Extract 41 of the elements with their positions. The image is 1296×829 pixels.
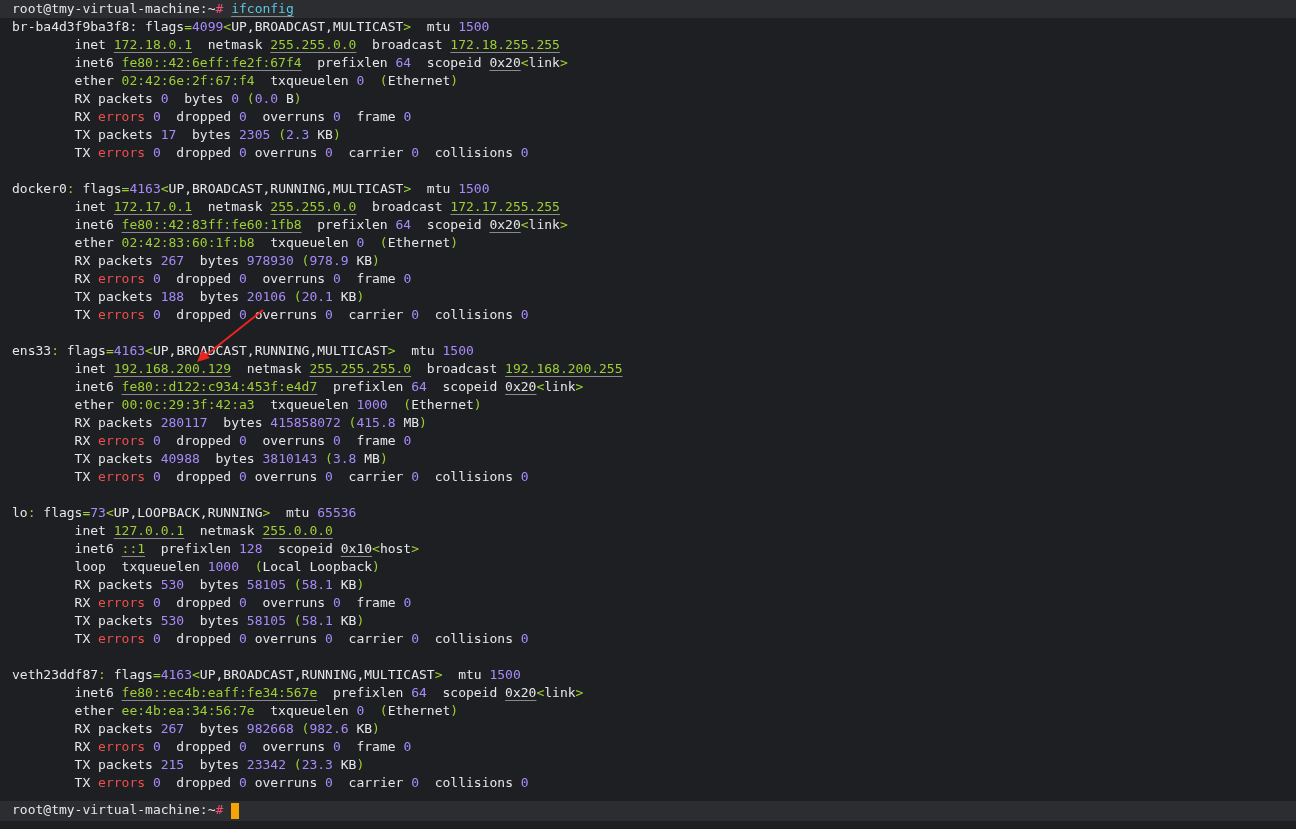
output-line: veth23ddf87: flags=4163<UP,BROADCAST,RUNNING,MULTICAST> mtu 1500	[12, 666, 521, 684]
output-line: br-ba4d3f9ba3f8: flags=4099<UP,BROADCAST,MULTICAST> mtu 1500	[12, 18, 490, 36]
command-line: root@tmy-virtual-machine:~# ifconfig	[12, 0, 294, 18]
output-line: TX errors 0 dropped 0 overruns 0 carrier 0 collisions 0	[73, 144, 529, 162]
output-line: ether 00:0c:29:3f:42:a3 txqueuelen 1000 (Ethernet)	[73, 396, 482, 414]
output-line: inet 192.168.200.129 netmask 255.255.255.0 broadcast 192.168.200.255	[73, 360, 623, 378]
output-line: ether ee:4b:ea:34:56:7e txqueuelen 0 (Ethernet)	[73, 702, 459, 720]
output-line: TX errors 0 dropped 0 overruns 0 carrier 0 collisions 0	[73, 630, 529, 648]
output-line: TX packets 188 bytes 20106 (20.1 KB)	[73, 288, 365, 306]
output-line: inet 172.17.0.1 netmask 255.255.0.0 broadcast 172.17.255.255	[73, 198, 560, 216]
text-cursor	[231, 803, 240, 819]
output-line: ether 02:42:6e:2f:67:f4 txqueuelen 0 (Ethernet)	[73, 72, 459, 90]
output-line: loop txqueuelen 1000 (Local Loopback)	[73, 558, 380, 576]
output-line: RX errors 0 dropped 0 overruns 0 frame 0	[73, 738, 412, 756]
output-line: TX errors 0 dropped 0 overruns 0 carrier 0 collisions 0	[73, 468, 529, 486]
output-line: RX errors 0 dropped 0 overruns 0 frame 0	[73, 432, 412, 450]
output-line: inet6 fe80::d122:c934:453f:e4d7 prefixlen 64 scopeid 0x20<link>	[73, 378, 584, 396]
output-line: ether 02:42:83:60:1f:b8 txqueuelen 0 (Ethernet)	[73, 234, 459, 252]
output-line: RX packets 530 bytes 58105 (58.1 KB)	[73, 576, 365, 594]
output-line: inet6 fe80::42:6eff:fe2f:67f4 prefixlen 64 scopeid 0x20<link>	[73, 54, 568, 72]
output-line: lo: flags=73<UP,LOOPBACK,RUNNING> mtu 65536	[12, 504, 357, 522]
output-line: inet6 fe80::ec4b:eaff:fe34:567e prefixlen 64 scopeid 0x20<link>	[73, 684, 584, 702]
output-line: docker0: flags=4163<UP,BROADCAST,RUNNING,MULTICAST> mtu 1500	[12, 180, 490, 198]
output-line: RX packets 267 bytes 978930 (978.9 KB)	[73, 252, 380, 270]
prompt-line: root@tmy-virtual-machine:~#	[12, 801, 225, 819]
output-line: RX errors 0 dropped 0 overruns 0 frame 0	[73, 270, 412, 288]
output-line: RX packets 267 bytes 982668 (982.6 KB)	[73, 720, 380, 738]
output-line: inet6 ::1 prefixlen 128 scopeid 0x10<host>	[73, 540, 420, 558]
output-line: RX errors 0 dropped 0 overruns 0 frame 0	[73, 108, 412, 126]
output-line: TX packets 40988 bytes 3810143 (3.8 MB)	[73, 450, 388, 468]
output-line: RX packets 0 bytes 0 (0.0 B)	[73, 90, 302, 108]
output-line: inet 127.0.0.1 netmask 255.0.0.0	[73, 522, 333, 540]
output-line: RX errors 0 dropped 0 overruns 0 frame 0	[73, 594, 412, 612]
output-line: TX packets 530 bytes 58105 (58.1 KB)	[73, 612, 365, 630]
output-line: TX packets 17 bytes 2305 (2.3 KB)	[73, 126, 341, 144]
output-line: TX errors 0 dropped 0 overruns 0 carrier 0 collisions 0	[73, 774, 529, 792]
output-line: RX packets 280117 bytes 415858072 (415.8 MB)	[73, 414, 427, 432]
output-line: inet6 fe80::42:83ff:fe60:1fb8 prefixlen 64 scopeid 0x20<link>	[73, 216, 568, 234]
output-line: inet 172.18.0.1 netmask 255.255.0.0 broadcast 172.18.255.255	[73, 36, 560, 54]
output-line: TX errors 0 dropped 0 overruns 0 carrier 0 collisions 0	[73, 306, 529, 324]
output-line: TX packets 215 bytes 23342 (23.3 KB)	[73, 756, 365, 774]
